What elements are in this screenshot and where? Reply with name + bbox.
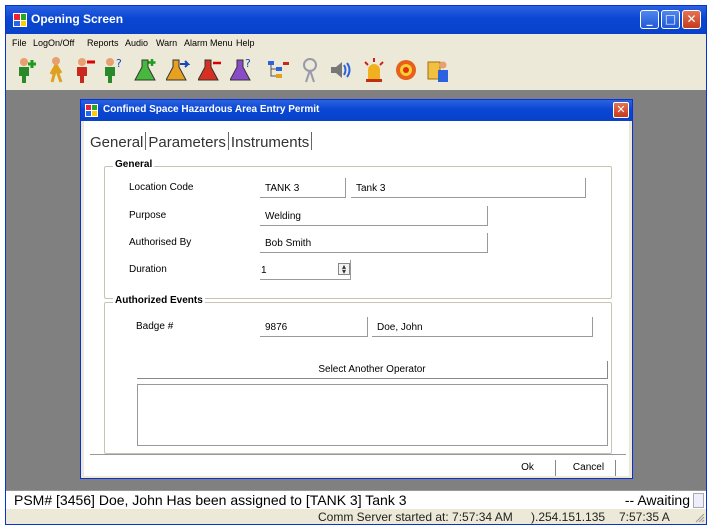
tab-general[interactable]: General: [90, 134, 143, 151]
dialog-body: General Parameters Instruments General Loc…: [84, 121, 629, 476]
general-group-title: General: [113, 159, 155, 170]
events-list[interactable]: [137, 384, 608, 446]
comm-server-status: Comm Server started at: 7:57:34 AM: [318, 510, 513, 524]
menu-alarm[interactable]: Alarm Menu: [184, 38, 233, 48]
resize-grip-icon[interactable]: [695, 513, 705, 523]
status-awaiting: -- Awaiting: [624, 492, 690, 508]
tab-divider: [227, 132, 229, 150]
tree-view-icon[interactable]: [266, 56, 290, 84]
duration-label: Duration: [129, 264, 167, 275]
menu-logon-off[interactable]: LogOn/Off: [33, 38, 74, 48]
footer-divider: [90, 454, 626, 455]
status-bar: Comm Server started at: 7:57:34 AM ).254…: [6, 509, 706, 524]
ip-address: ).254.151.135: [531, 510, 606, 524]
authorised-by-field[interactable]: Bob Smith: [260, 233, 488, 253]
badge-label: Badge #: [136, 321, 174, 332]
title-bar[interactable]: Opening Screen _ □ ✕: [6, 6, 706, 34]
dialog-title-bar[interactable]: Confined Space Hazardous Area Entry Perm…: [81, 100, 632, 121]
tab-divider: [145, 132, 147, 150]
report-person-icon[interactable]: [426, 56, 450, 84]
dialog-title: Confined Space Hazardous Area Entry Perm…: [103, 104, 320, 115]
flask-add-icon[interactable]: [134, 56, 158, 84]
window-title: Opening Screen: [31, 12, 124, 26]
status-message-bar: PSM# [3456] Doe, John Has been assigned …: [6, 490, 706, 510]
menu-file[interactable]: File: [12, 38, 27, 48]
status-message: PSM# [3456] Doe, John Has been assigned …: [14, 492, 407, 508]
dialog-close-button[interactable]: ✕: [613, 102, 629, 118]
purpose-label: Purpose: [129, 210, 167, 221]
status-time: 7:57:35 A: [619, 510, 670, 524]
close-button[interactable]: ✕: [682, 10, 701, 29]
menu-help[interactable]: Help: [236, 38, 255, 48]
speaker-icon[interactable]: [328, 56, 352, 84]
flask-remove-icon[interactable]: [198, 56, 222, 84]
flask-arrow-icon[interactable]: [166, 56, 190, 84]
duration-value: 1: [261, 265, 267, 276]
spin-arrows-icon[interactable]: ▴ ▾: [338, 263, 350, 276]
svg-text:?: ?: [116, 57, 122, 70]
antenna-icon[interactable]: [298, 56, 322, 84]
permit-dialog: Confined Space Hazardous Area Entry Perm…: [80, 99, 633, 479]
select-operator-button[interactable]: Select Another Operator: [137, 361, 608, 379]
toolbar: ? ?: [6, 52, 706, 90]
tab-parameters[interactable]: Parameters: [148, 134, 226, 151]
minimize-button[interactable]: _: [640, 10, 659, 29]
purpose-field[interactable]: Welding: [260, 206, 488, 226]
tab-strip: General Parameters Instruments: [90, 132, 314, 154]
power-ring-icon[interactable]: [394, 56, 418, 84]
badge-field[interactable]: 9876: [260, 317, 368, 337]
location-code-label: Location Code: [129, 182, 194, 193]
svg-text:?: ?: [245, 57, 251, 70]
menu-warn[interactable]: Warn: [156, 38, 177, 48]
menu-bar: File LogOn/Off Reports Audio Warn Alarm …: [6, 35, 706, 52]
operator-remove-icon[interactable]: [72, 56, 96, 84]
main-window: Opening Screen _ □ ✕ File LogOn/Off Repo…: [5, 5, 707, 525]
menu-reports[interactable]: Reports: [87, 38, 119, 48]
tab-instruments[interactable]: Instruments: [231, 134, 309, 151]
tab-divider: [311, 132, 313, 150]
operator-query-icon[interactable]: ?: [101, 56, 125, 84]
app-icon: [13, 13, 27, 27]
ok-button[interactable]: Ok: [500, 460, 556, 476]
status-scroll[interactable]: [693, 493, 704, 508]
location-code-field[interactable]: TANK 3: [260, 178, 346, 198]
cancel-button[interactable]: Cancel: [562, 460, 616, 476]
desktop-area: Confined Space Hazardous Area Entry Perm…: [6, 90, 706, 491]
operator-add-icon[interactable]: [14, 56, 38, 84]
authorised-by-label: Authorised By: [129, 237, 192, 248]
duration-stepper[interactable]: 1 ▴ ▾: [260, 260, 351, 280]
operator-name-field[interactable]: Doe, John: [372, 317, 593, 337]
flask-query-icon[interactable]: ?: [230, 56, 254, 84]
dialog-app-icon: [85, 104, 98, 117]
menu-audio[interactable]: Audio: [125, 38, 148, 48]
operator-walk-icon[interactable]: [44, 56, 68, 84]
alarm-light-icon[interactable]: [362, 56, 386, 84]
maximize-button[interactable]: □: [661, 10, 680, 29]
location-name-field[interactable]: Tank 3: [351, 178, 586, 198]
authorized-events-title: Authorized Events: [113, 295, 205, 306]
